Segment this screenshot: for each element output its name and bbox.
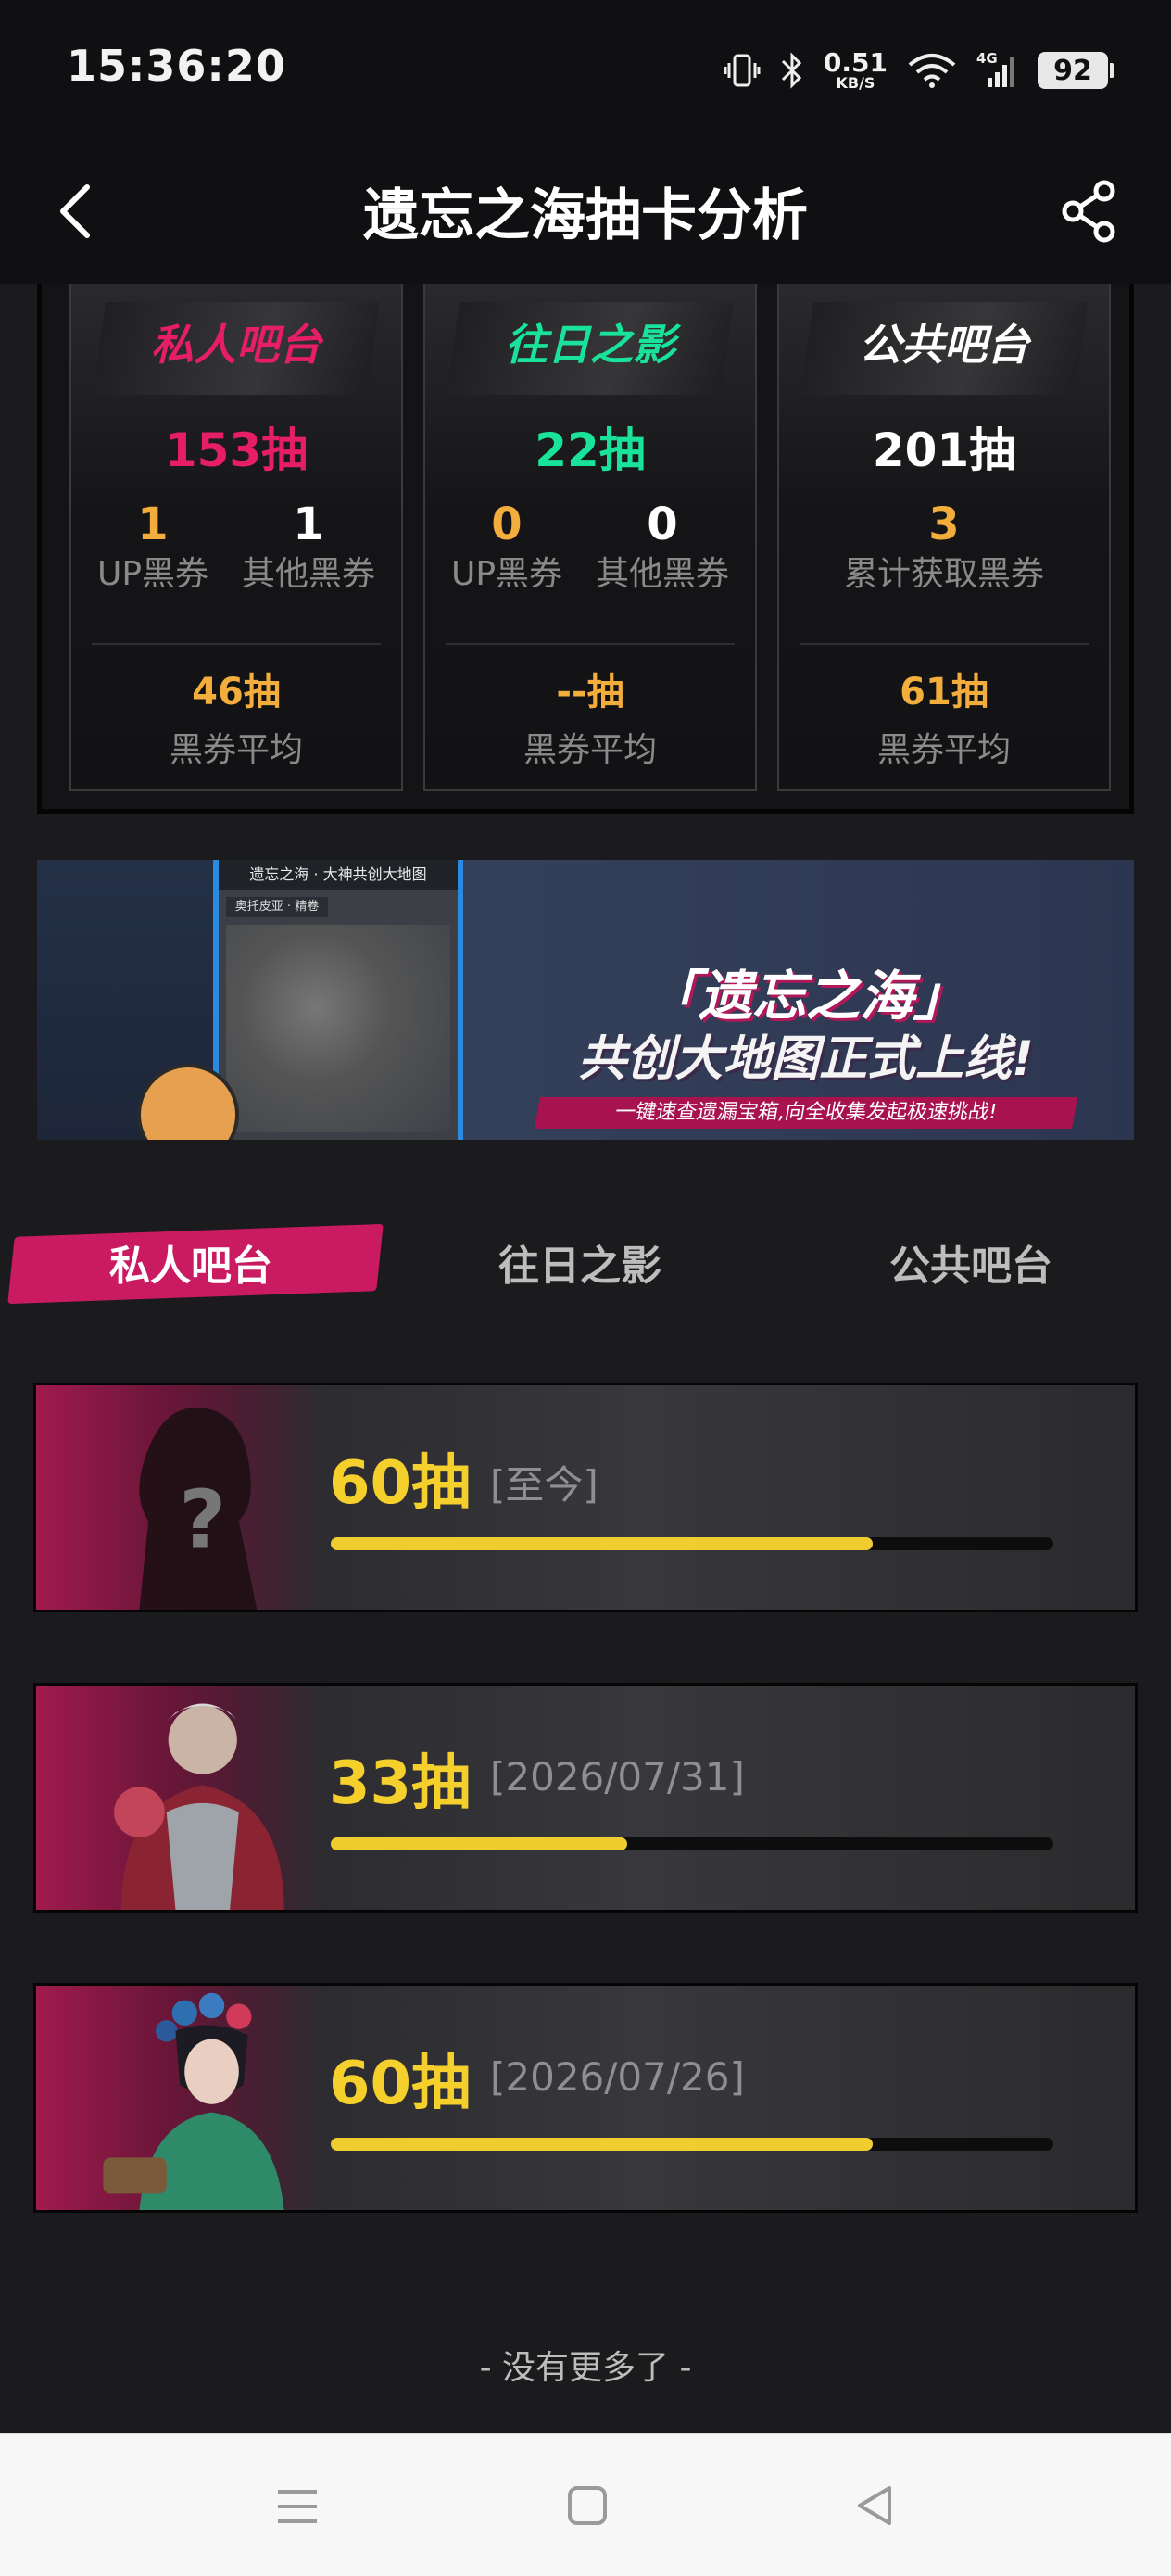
summary-card-shadow: 往日之影 22抽 0 UP黑券 0 其他黑券 --抽 黑券平均 [423, 284, 757, 791]
unknown-character-silhouette: ? [139, 1407, 258, 1610]
summary-panel: 私人吧台 153抽 1 UP黑券 1 其他黑券 46抽 黑券平均 往日之影 22抽 … [37, 284, 1134, 814]
record-count: 60抽 [329, 2050, 472, 2118]
tab-public[interactable]: 公共吧台 [889, 1232, 1052, 1292]
avg-label: 黑券平均 [169, 731, 303, 769]
wifi-icon [908, 54, 956, 88]
avg-value: 61抽 [900, 671, 988, 713]
card-name: 私人吧台 [151, 320, 321, 370]
record-date: [2026/07/31] [490, 1754, 745, 1799]
avg-value: 46抽 [192, 671, 281, 713]
phone-title: 遗忘之海 · 大神共创大地图 [219, 860, 458, 890]
up-ticket-label: UP黑券 [96, 555, 209, 593]
character-portrait [103, 1992, 284, 2210]
up-ticket-label: UP黑券 [450, 555, 563, 593]
total-ticket-label: 累计获取黑券 [843, 555, 1044, 593]
progress-fill [331, 2138, 873, 2151]
up-ticket-count: 1 [137, 499, 169, 550]
record-count: 33抽 [329, 1749, 472, 1818]
divider [92, 643, 381, 645]
card-name: 公共吧台 [859, 320, 1029, 370]
progress-bar [331, 1837, 1053, 1850]
record-date: [至今] [490, 1462, 598, 1508]
character-portrait [114, 1703, 284, 1910]
summary-card-private: 私人吧台 153抽 1 UP黑券 1 其他黑券 46抽 黑券平均 [69, 284, 403, 791]
bluetooth-icon [781, 52, 802, 89]
status-bar: 15:36:20 0.51 KB/S 4G 92 [0, 0, 1171, 139]
back-nav-icon[interactable] [854, 2484, 895, 2527]
menu-icon[interactable] [276, 2486, 319, 2527]
no-more-text: - 没有更多了 - [479, 2349, 692, 2387]
app-header: 遗忘之海抽卡分析 [0, 139, 1171, 284]
progress-fill [331, 1837, 627, 1850]
home-icon[interactable] [567, 2484, 608, 2527]
status-icons: 0.51 KB/S 4G 92 [724, 44, 1114, 96]
avg-label: 黑券平均 [523, 731, 657, 769]
status-time: 15:36:20 [67, 41, 286, 91]
up-ticket-count: 0 [491, 499, 523, 550]
promo-phone-mockup: 遗忘之海 · 大神共创大地图 奥托皮亚 · 精卷 [213, 860, 463, 1140]
promo-banner[interactable]: 遗忘之海 · 大神共创大地图 奥托皮亚 · 精卷 「遗忘之海」 共创大地图正式上… [37, 860, 1134, 1140]
net-speed: 0.51 KB/S [823, 47, 888, 92]
record-count: 60抽 [329, 1449, 472, 1518]
summary-card-public: 公共吧台 201抽 3 累计获取黑券 61抽 黑券平均 [777, 284, 1111, 791]
share-icon[interactable] [1056, 176, 1123, 246]
card-count: 22抽 [535, 423, 646, 477]
phone-tab: 奥托皮亚 · 精卷 [226, 897, 328, 917]
card-count: 201抽 [872, 423, 1016, 477]
card-name: 往日之影 [505, 320, 675, 370]
cell-signal-icon: 4G [976, 50, 1019, 91]
avg-label: 黑券平均 [876, 731, 1011, 769]
battery-icon: 92 [1038, 52, 1114, 89]
other-ticket-label: 其他黑券 [595, 555, 729, 593]
tab-private[interactable]: 私人吧台 [109, 1232, 272, 1292]
progress-bar [331, 1537, 1053, 1550]
svg-text:?: ? [179, 1472, 226, 1568]
divider [800, 643, 1089, 645]
card-count: 153抽 [164, 423, 308, 477]
record-item[interactable]: ? 60抽 [至今] [33, 1383, 1138, 1612]
divider [446, 643, 735, 645]
page-title: 遗忘之海抽卡分析 [363, 183, 808, 248]
other-ticket-label: 其他黑券 [241, 555, 375, 593]
system-nav-bar [0, 2433, 1171, 2576]
map-image [226, 925, 450, 1132]
record-item[interactable]: 60抽 [2026/07/26] [33, 1983, 1138, 2213]
pool-tabs: 私人吧台 往日之影 公共吧台 [0, 1214, 1171, 1316]
vibrate-icon [724, 54, 761, 87]
progress-bar [331, 2138, 1053, 2151]
promo-note: 一键速查遗漏宝箱,向全收集发起极速挑战! [535, 1097, 1077, 1129]
tab-shadow[interactable]: 往日之影 [498, 1232, 661, 1292]
other-ticket-count: 1 [293, 499, 324, 550]
record-date: [2026/07/26] [490, 2054, 745, 2100]
other-ticket-count: 0 [647, 499, 678, 550]
total-ticket-count: 3 [928, 499, 960, 550]
promo-subtitle: 共创大地图正式上线! [578, 1031, 1034, 1087]
progress-fill [331, 1537, 873, 1550]
avg-value: --抽 [556, 671, 624, 713]
record-item[interactable]: 33抽 [2026/07/31] [33, 1683, 1138, 1913]
